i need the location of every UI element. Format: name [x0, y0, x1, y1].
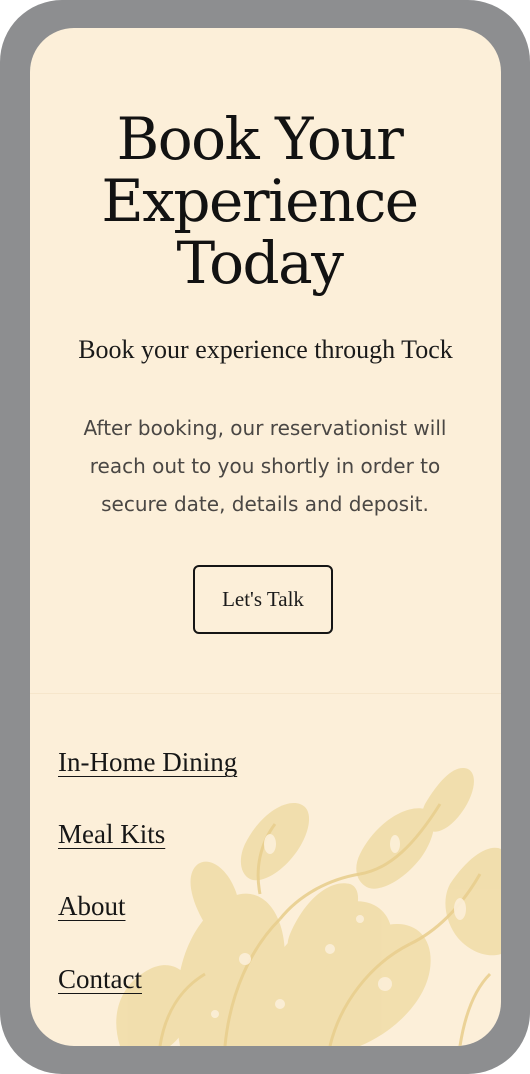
description-line-2: reach out to you shortly in order to: [89, 454, 441, 478]
headline-line-2: Experience: [101, 167, 419, 235]
nav-link-meal-kits[interactable]: Meal Kits: [58, 818, 165, 850]
description-line-1: After booking, our reservationist will: [83, 416, 447, 440]
screen: Book Your Experience Today Book your exp…: [30, 28, 501, 1046]
headline-line-1: Book Your: [116, 105, 404, 173]
footer-nav: In-Home Dining Meal Kits About Contact: [30, 694, 501, 1046]
nav-link-contact[interactable]: Contact: [58, 963, 142, 995]
nav-link-about[interactable]: About: [58, 890, 126, 922]
booking-description: After booking, our reservationist will r…: [54, 409, 476, 523]
lets-talk-button[interactable]: Let's Talk: [193, 565, 333, 634]
nav-link-in-home-dining[interactable]: In-Home Dining: [58, 746, 237, 778]
description-line-3: secure date, details and deposit.: [101, 492, 429, 516]
device-frame: Book Your Experience Today Book your exp…: [0, 0, 530, 1074]
page-title: Book Your Experience Today: [30, 108, 489, 294]
booking-hero-section: Book Your Experience Today Book your exp…: [30, 28, 501, 693]
lets-talk-button-label: Let's Talk: [222, 587, 304, 611]
subheading: Book your experience through Tock: [78, 335, 453, 364]
headline-line-3: Today: [176, 229, 344, 297]
